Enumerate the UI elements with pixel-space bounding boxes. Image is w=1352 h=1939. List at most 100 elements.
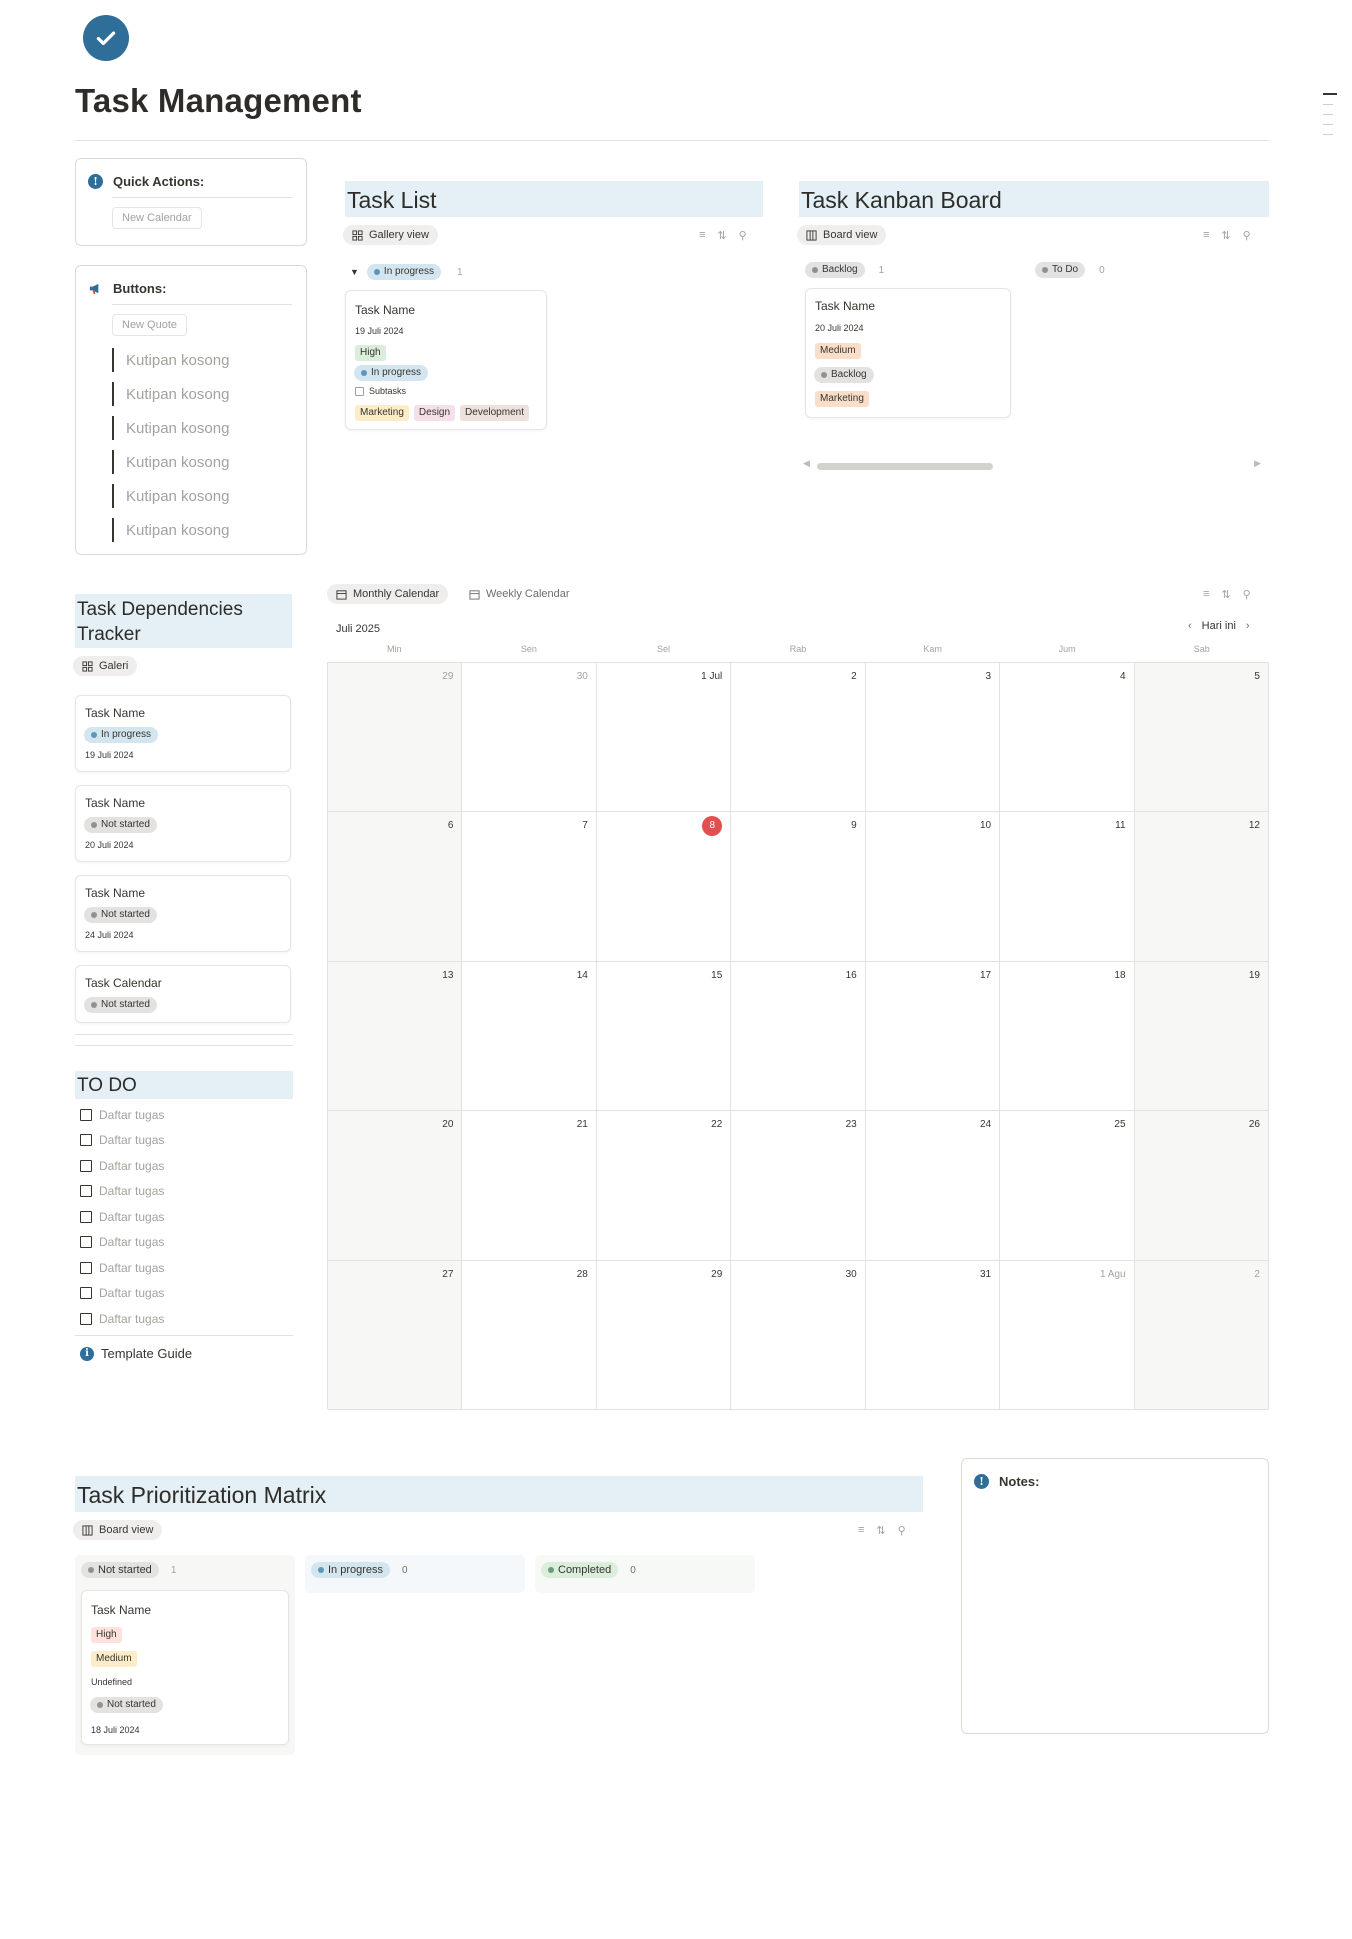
calendar-day[interactable]: 17: [865, 961, 1001, 1112]
todo-item[interactable]: Daftar tugas: [80, 1281, 164, 1307]
calendar-day-today[interactable]: 8: [596, 812, 732, 962]
calendar-day[interactable]: 28: [462, 1260, 597, 1410]
matrix-card[interactable]: Task Name High Medium Undefined Not star…: [81, 1590, 289, 1745]
calendar-day[interactable]: 12: [1134, 812, 1269, 962]
page-icon[interactable]: [83, 15, 129, 61]
chevron-right-icon[interactable]: ›: [1246, 620, 1250, 632]
calendar-day[interactable]: 31: [865, 1260, 1001, 1410]
group-header[interactable]: ▼ In progress 1: [350, 264, 463, 280]
calendar-day[interactable]: 7: [462, 812, 597, 962]
calendar-month: Juli 2025: [336, 623, 381, 635]
calendar-day[interactable]: 10: [865, 812, 1001, 962]
todo-item[interactable]: Daftar tugas: [80, 1255, 164, 1281]
board-view-tab[interactable]: Board view: [73, 1520, 163, 1540]
quote-block[interactable]: Kutipan kosong: [112, 518, 229, 542]
calendar-day[interactable]: 20: [328, 1111, 463, 1261]
calendar-day[interactable]: 27: [328, 1260, 463, 1410]
quote-block[interactable]: Kutipan kosong: [112, 348, 229, 372]
calendar-day[interactable]: 11: [1000, 812, 1135, 962]
today-button[interactable]: Hari ini: [1202, 620, 1236, 632]
kanban-column-header[interactable]: Backlog 1: [805, 262, 884, 278]
quote-block[interactable]: Kutipan kosong: [112, 382, 229, 406]
filter-icon[interactable]: ≡: [1203, 229, 1209, 242]
calendar-day[interactable]: 26: [1134, 1111, 1269, 1261]
new-quote-button[interactable]: New Quote: [112, 314, 188, 336]
dependency-card[interactable]: Task Name In progress 19 Juli 2024: [75, 695, 291, 772]
task-card[interactable]: Task Name 19 Juli 2024 High In progress …: [345, 290, 547, 430]
calendar-day[interactable]: 30: [462, 663, 597, 813]
calendar-day[interactable]: 2: [1134, 1260, 1269, 1410]
matrix-column-header[interactable]: In progress 0: [311, 1562, 408, 1578]
dependency-card[interactable]: Task Calendar Not started: [75, 965, 291, 1023]
filter-icon[interactable]: ≡: [1203, 588, 1209, 601]
search-icon[interactable]: ⚲: [739, 229, 747, 242]
calendar-day[interactable]: 1 Jul: [596, 663, 732, 813]
sort-icon[interactable]: ⇅: [1221, 588, 1230, 601]
info-icon: !: [974, 1474, 989, 1489]
tab-monthly-calendar[interactable]: Monthly Calendar: [327, 584, 449, 604]
todo-item[interactable]: Daftar tugas: [80, 1204, 164, 1230]
search-icon[interactable]: ⚲: [1243, 229, 1251, 242]
filter-icon[interactable]: ≡: [699, 229, 705, 242]
board-view-tab[interactable]: Board view: [797, 225, 887, 245]
buttons-callout: Buttons: New Quote Kutipan kosong Kutipa…: [75, 265, 307, 555]
calendar-day[interactable]: 15: [596, 961, 732, 1112]
calendar-day[interactable]: 5: [1134, 663, 1269, 813]
search-icon[interactable]: ⚲: [1243, 588, 1251, 601]
horizontal-scrollbar[interactable]: ◀ ▶: [803, 458, 1261, 471]
calendar-day[interactable]: 4: [1000, 663, 1135, 813]
search-icon[interactable]: ⚲: [898, 1524, 906, 1537]
checkbox-icon: [80, 1210, 92, 1223]
calendar-day[interactable]: 24: [865, 1111, 1001, 1261]
dependency-card[interactable]: Task Name Not started 20 Juli 2024: [75, 785, 291, 862]
calendar-day[interactable]: 13: [328, 961, 463, 1112]
board-icon: [82, 1524, 93, 1536]
todo-item[interactable]: Daftar tugas: [80, 1102, 164, 1128]
kanban-column-header[interactable]: To Do 0: [1035, 262, 1105, 278]
calendar-day[interactable]: 23: [731, 1111, 866, 1261]
gallery-view-tab[interactable]: Gallery view: [343, 225, 438, 245]
quote-block[interactable]: Kutipan kosong: [112, 416, 229, 440]
new-calendar-button[interactable]: New Calendar: [112, 207, 202, 229]
calendar-day[interactable]: 9: [731, 812, 866, 962]
calendar-grid: 29 30 1 Jul 2 3 4 5 6 7 8 9 10 11 12 13 …: [327, 662, 1269, 1410]
quote-block[interactable]: Kutipan kosong: [112, 450, 229, 474]
matrix-column-header[interactable]: Not started 1: [81, 1562, 176, 1578]
todo-item[interactable]: Daftar tugas: [80, 1128, 164, 1154]
matrix-column-header[interactable]: Completed 0: [541, 1562, 636, 1578]
todo-item[interactable]: Daftar tugas: [80, 1179, 164, 1205]
calendar-day[interactable]: 1 Agu: [1000, 1260, 1135, 1410]
dependency-card[interactable]: Task Name Not started 24 Juli 2024: [75, 875, 291, 952]
calendar-day[interactable]: 25: [1000, 1111, 1135, 1261]
calendar-day[interactable]: 16: [731, 961, 866, 1112]
calendar-day[interactable]: 6: [328, 812, 463, 962]
tab-weekly-calendar[interactable]: Weekly Calendar: [460, 584, 579, 604]
checkbox-icon: [80, 1185, 92, 1198]
calendar-day[interactable]: 18: [1000, 961, 1135, 1112]
todo-item[interactable]: Daftar tugas: [80, 1230, 164, 1256]
quote-block[interactable]: Kutipan kosong: [112, 484, 229, 508]
calendar-day[interactable]: 29: [328, 663, 463, 813]
calendar-day[interactable]: 21: [462, 1111, 597, 1261]
chevron-left-icon[interactable]: ‹: [1188, 620, 1192, 632]
calendar-day[interactable]: 19: [1134, 961, 1269, 1112]
filter-icon[interactable]: ≡: [858, 1524, 864, 1537]
calendar-day[interactable]: 3: [865, 663, 1001, 813]
table-of-contents[interactable]: [1323, 93, 1337, 144]
sort-icon[interactable]: ⇅: [1221, 229, 1230, 242]
sort-icon[interactable]: ⇅: [717, 229, 726, 242]
calendar-day[interactable]: 22: [596, 1111, 732, 1261]
todo-item[interactable]: Daftar tugas: [80, 1306, 164, 1332]
template-guide-link[interactable]: i Template Guide: [80, 1346, 192, 1361]
checkbox-icon: [355, 386, 364, 396]
kanban-card[interactable]: Task Name 20 Juli 2024 Medium Backlog Ma…: [805, 288, 1011, 418]
gallery-view-tab[interactable]: Galeri: [73, 656, 138, 676]
sort-icon[interactable]: ⇅: [876, 1524, 885, 1537]
calendar-day[interactable]: 29: [596, 1260, 732, 1410]
todo-item[interactable]: Daftar tugas: [80, 1153, 164, 1179]
checkbox-icon: [80, 1287, 92, 1300]
calendar-day[interactable]: 2: [731, 663, 866, 813]
notes-callout[interactable]: ! Notes:: [961, 1458, 1269, 1734]
calendar-day[interactable]: 30: [731, 1260, 866, 1410]
calendar-day[interactable]: 14: [462, 961, 597, 1112]
